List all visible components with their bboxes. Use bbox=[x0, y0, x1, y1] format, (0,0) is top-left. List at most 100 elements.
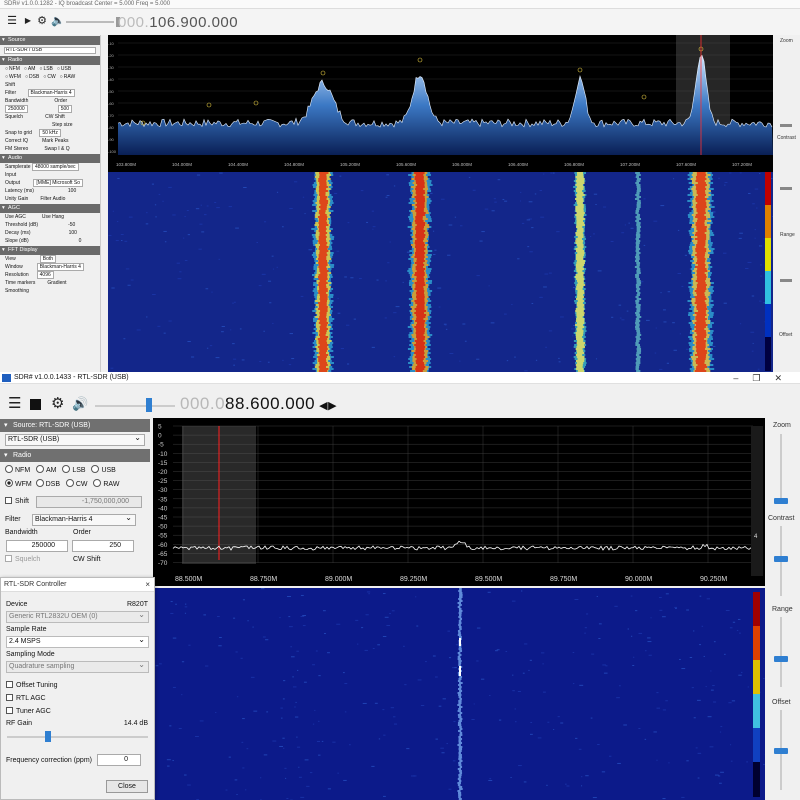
menu-icon[interactable]: ☰ bbox=[6, 15, 18, 27]
radio-raw-icon[interactable] bbox=[93, 479, 102, 487]
mode-cw[interactable]: CW bbox=[43, 73, 55, 81]
filter-audio-checkbox[interactable]: Filter Audio bbox=[40, 196, 65, 202]
volume-slider-track[interactable] bbox=[66, 21, 114, 23]
speaker-icon[interactable]: 🔈 bbox=[51, 15, 65, 27]
mode-dsb[interactable]: DSB bbox=[35, 479, 60, 488]
close-button[interactable]: Close bbox=[106, 780, 148, 793]
mode-usb[interactable]: USB bbox=[91, 465, 116, 474]
fm-stereo-checkbox[interactable]: FM Stereo bbox=[5, 146, 28, 152]
radio-header[interactable]: Radio bbox=[0, 449, 150, 462]
decay-field[interactable]: 100 bbox=[69, 230, 77, 236]
audio-header[interactable]: Audio bbox=[0, 154, 100, 163]
bottom-range-slider[interactable] bbox=[774, 656, 788, 662]
rf-gain-track[interactable] bbox=[7, 736, 148, 738]
mode-lsb[interactable]: LSB bbox=[39, 65, 52, 73]
radio-cw-icon[interactable] bbox=[65, 479, 74, 487]
correct-iq-checkbox[interactable]: Correct IQ bbox=[5, 138, 28, 144]
gear-icon[interactable]: ⚙ bbox=[51, 396, 64, 411]
squelch-label[interactable]: Squelch bbox=[5, 114, 23, 120]
speaker-icon[interactable]: 🔊 bbox=[72, 397, 88, 410]
squelch-checkbox[interactable]: Squelch bbox=[0, 555, 40, 565]
frequency-step-arrows-icon[interactable]: ◀▶ bbox=[319, 400, 337, 412]
shift-field[interactable]: -1,750,000,000 bbox=[36, 496, 142, 508]
radio-dsb-icon[interactable] bbox=[35, 479, 44, 487]
samplerate-select[interactable]: 48000 sample/sec bbox=[31, 163, 79, 171]
source-select[interactable]: RTL-SDR / USB bbox=[4, 47, 96, 54]
mark-peaks-checkbox[interactable]: Mark Peaks bbox=[42, 138, 68, 144]
rf-gain-slider[interactable] bbox=[1, 729, 154, 745]
latency-field[interactable]: 100 bbox=[68, 188, 76, 194]
window-controls[interactable]: –❐✕ bbox=[733, 372, 796, 384]
use-hang-checkbox[interactable]: Use Hang bbox=[42, 214, 64, 220]
freq-corr-field[interactable]: 0 bbox=[97, 754, 141, 766]
shift-checkbox[interactable]: Shift bbox=[0, 497, 29, 507]
mode-raw[interactable]: RAW bbox=[93, 479, 119, 488]
bottom-zoom-track[interactable] bbox=[780, 434, 782, 504]
source-header[interactable]: Source bbox=[0, 36, 100, 45]
minimize-icon[interactable]: – bbox=[733, 373, 752, 383]
top-zoom-slider[interactable] bbox=[780, 124, 792, 127]
agc-header[interactable]: AGC bbox=[0, 204, 100, 213]
bottom-waterfall[interactable] bbox=[153, 588, 769, 800]
mode-am[interactable]: AM bbox=[24, 65, 36, 73]
time-markers-checkbox[interactable]: Time markers bbox=[5, 280, 35, 286]
shift-label[interactable]: Shift bbox=[0, 81, 100, 89]
bandwidth-field[interactable]: 250000 bbox=[6, 540, 68, 552]
slope-field[interactable]: 0 bbox=[79, 238, 82, 244]
radio-lsb-icon[interactable] bbox=[62, 465, 71, 473]
bottom-zoom-slider[interactable] bbox=[774, 498, 788, 504]
shift-check-icon[interactable] bbox=[5, 497, 12, 504]
dialog-close-icon[interactable]: × bbox=[145, 578, 150, 592]
mode-raw[interactable]: RAW bbox=[60, 73, 75, 81]
radio-nfm-icon[interactable] bbox=[5, 465, 13, 473]
rtl-agc-checkbox[interactable]: RTL AGC bbox=[1, 692, 154, 705]
stop-icon[interactable] bbox=[30, 399, 41, 410]
mode-dsb[interactable]: DSB bbox=[25, 73, 39, 81]
bottom-contrast-slider[interactable] bbox=[774, 556, 788, 562]
gear-icon[interactable]: ⚙ bbox=[36, 15, 48, 27]
tuner-agc-check-icon[interactable] bbox=[6, 707, 13, 714]
volume-slider-track[interactable] bbox=[95, 405, 175, 407]
offset-tuning-check-icon[interactable] bbox=[6, 681, 13, 688]
source-header[interactable]: Source: RTL-SDR (USB) bbox=[0, 419, 150, 432]
unity-gain-checkbox[interactable]: Unity Gain bbox=[5, 196, 28, 202]
snap-label[interactable]: Snap to grid bbox=[5, 130, 32, 136]
top-contrast-slider[interactable] bbox=[780, 187, 792, 190]
threshold-field[interactable]: -50 bbox=[68, 222, 75, 228]
filter-select[interactable]: Blackman-Harris 4 bbox=[27, 89, 75, 97]
radio-am-icon[interactable] bbox=[36, 465, 45, 473]
menu-icon[interactable]: ☰ bbox=[8, 396, 21, 411]
sampling-mode-select[interactable]: Quadrature sampling bbox=[6, 660, 149, 673]
top-range-slider[interactable] bbox=[780, 279, 792, 282]
top-spectrum[interactable]: -10 -20 -30 -40 -50 -60 -70 -80 -90 -100 103.800M 1… bbox=[108, 35, 773, 172]
rf-gain-thumb[interactable] bbox=[45, 731, 51, 742]
mode-nfm[interactable]: NFM bbox=[5, 65, 20, 73]
radio-wfm-icon[interactable] bbox=[5, 479, 13, 487]
mode-am[interactable]: AM bbox=[36, 465, 57, 474]
mode-lsb[interactable]: LSB bbox=[62, 465, 86, 474]
device-select[interactable]: Generic RTL2832U OEM (0) bbox=[6, 610, 149, 623]
bottom-range-track[interactable] bbox=[780, 617, 782, 687]
radio-usb-icon[interactable] bbox=[91, 465, 100, 473]
swap-iq-checkbox[interactable]: Swap I & Q bbox=[44, 146, 69, 152]
offset-tuning-checkbox[interactable]: Offset Tuning bbox=[1, 679, 154, 692]
window-select[interactable]: Blackman-Harris 4 bbox=[36, 263, 84, 271]
gradient-label[interactable]: Gradient bbox=[47, 280, 66, 286]
filter-select[interactable]: Blackman-Harris 4 bbox=[32, 513, 136, 526]
frequency-display[interactable]: 000.088.600.000 ◀▶ bbox=[180, 394, 337, 414]
step-size-select[interactable]: 50 kHz bbox=[39, 129, 61, 137]
restore-icon[interactable]: ❐ bbox=[752, 373, 774, 383]
output-select[interactable]: [MME] Microsoft So bbox=[33, 179, 84, 187]
source-select[interactable]: RTL-SDR (USB) bbox=[5, 433, 145, 446]
mode-wfm[interactable]: WFM bbox=[5, 479, 32, 488]
order-field[interactable]: 250 bbox=[72, 540, 134, 552]
rtl-agc-check-icon[interactable] bbox=[6, 694, 13, 701]
radio-header[interactable]: Radio bbox=[0, 56, 100, 65]
tuner-agc-checkbox[interactable]: Tuner AGC bbox=[1, 705, 154, 718]
volume-slider-thumb[interactable] bbox=[146, 398, 152, 412]
squelch-check-icon[interactable] bbox=[5, 555, 12, 562]
resolution-select[interactable]: 4096 bbox=[36, 271, 54, 279]
fft-display-header[interactable]: FFT Display bbox=[0, 246, 100, 255]
play-icon[interactable]: ▶ bbox=[22, 15, 34, 27]
mode-usb[interactable]: USB bbox=[57, 65, 71, 73]
